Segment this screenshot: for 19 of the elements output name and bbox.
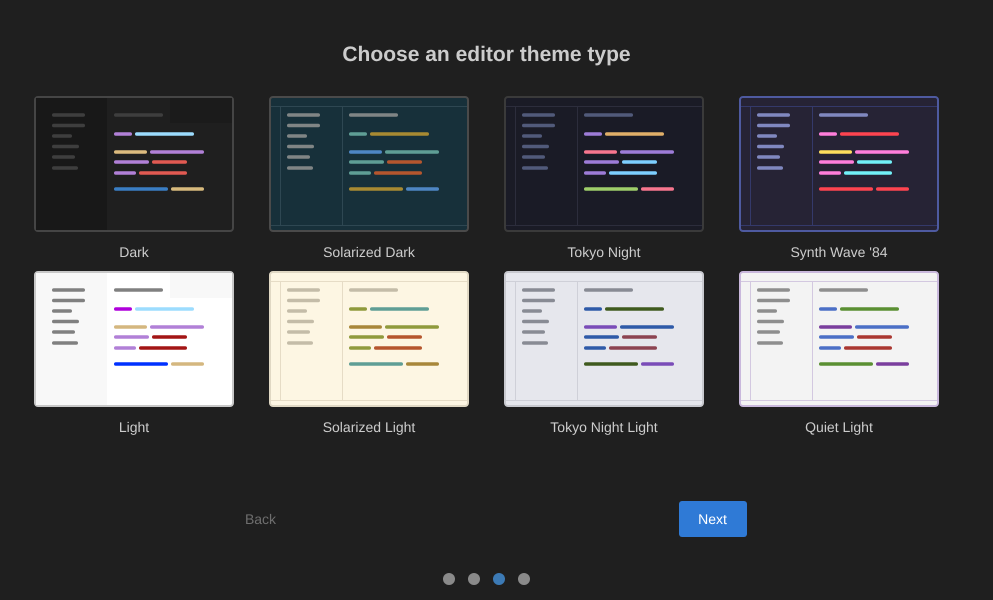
page-dot[interactable] bbox=[518, 573, 530, 585]
theme-name: Light bbox=[118, 418, 150, 436]
page-dot[interactable] bbox=[493, 573, 505, 585]
theme-preview-drawing[interactable] bbox=[504, 96, 704, 232]
theme-name: Solarized Dark bbox=[323, 243, 415, 261]
page-dot[interactable] bbox=[443, 573, 455, 585]
theme-name: Tokyo Night bbox=[567, 243, 641, 261]
theme-name: Quiet Light bbox=[805, 418, 873, 436]
theme-name: Dark bbox=[119, 243, 149, 261]
theme-preview-drawing[interactable] bbox=[269, 96, 469, 232]
theme-preview-drawing[interactable] bbox=[739, 96, 939, 232]
page-dot[interactable] bbox=[468, 573, 480, 585]
page-title: Choose an editor theme type bbox=[342, 42, 631, 68]
theme-name: Synth Wave '84 bbox=[790, 243, 888, 261]
theme-preview-drawing[interactable] bbox=[34, 96, 234, 232]
next-button[interactable]: Next bbox=[678, 501, 746, 537]
theme-name: Tokyo Night Light bbox=[550, 418, 658, 436]
theme-name: Solarized Light bbox=[322, 418, 416, 436]
theme-preview-drawing[interactable] bbox=[739, 271, 939, 407]
